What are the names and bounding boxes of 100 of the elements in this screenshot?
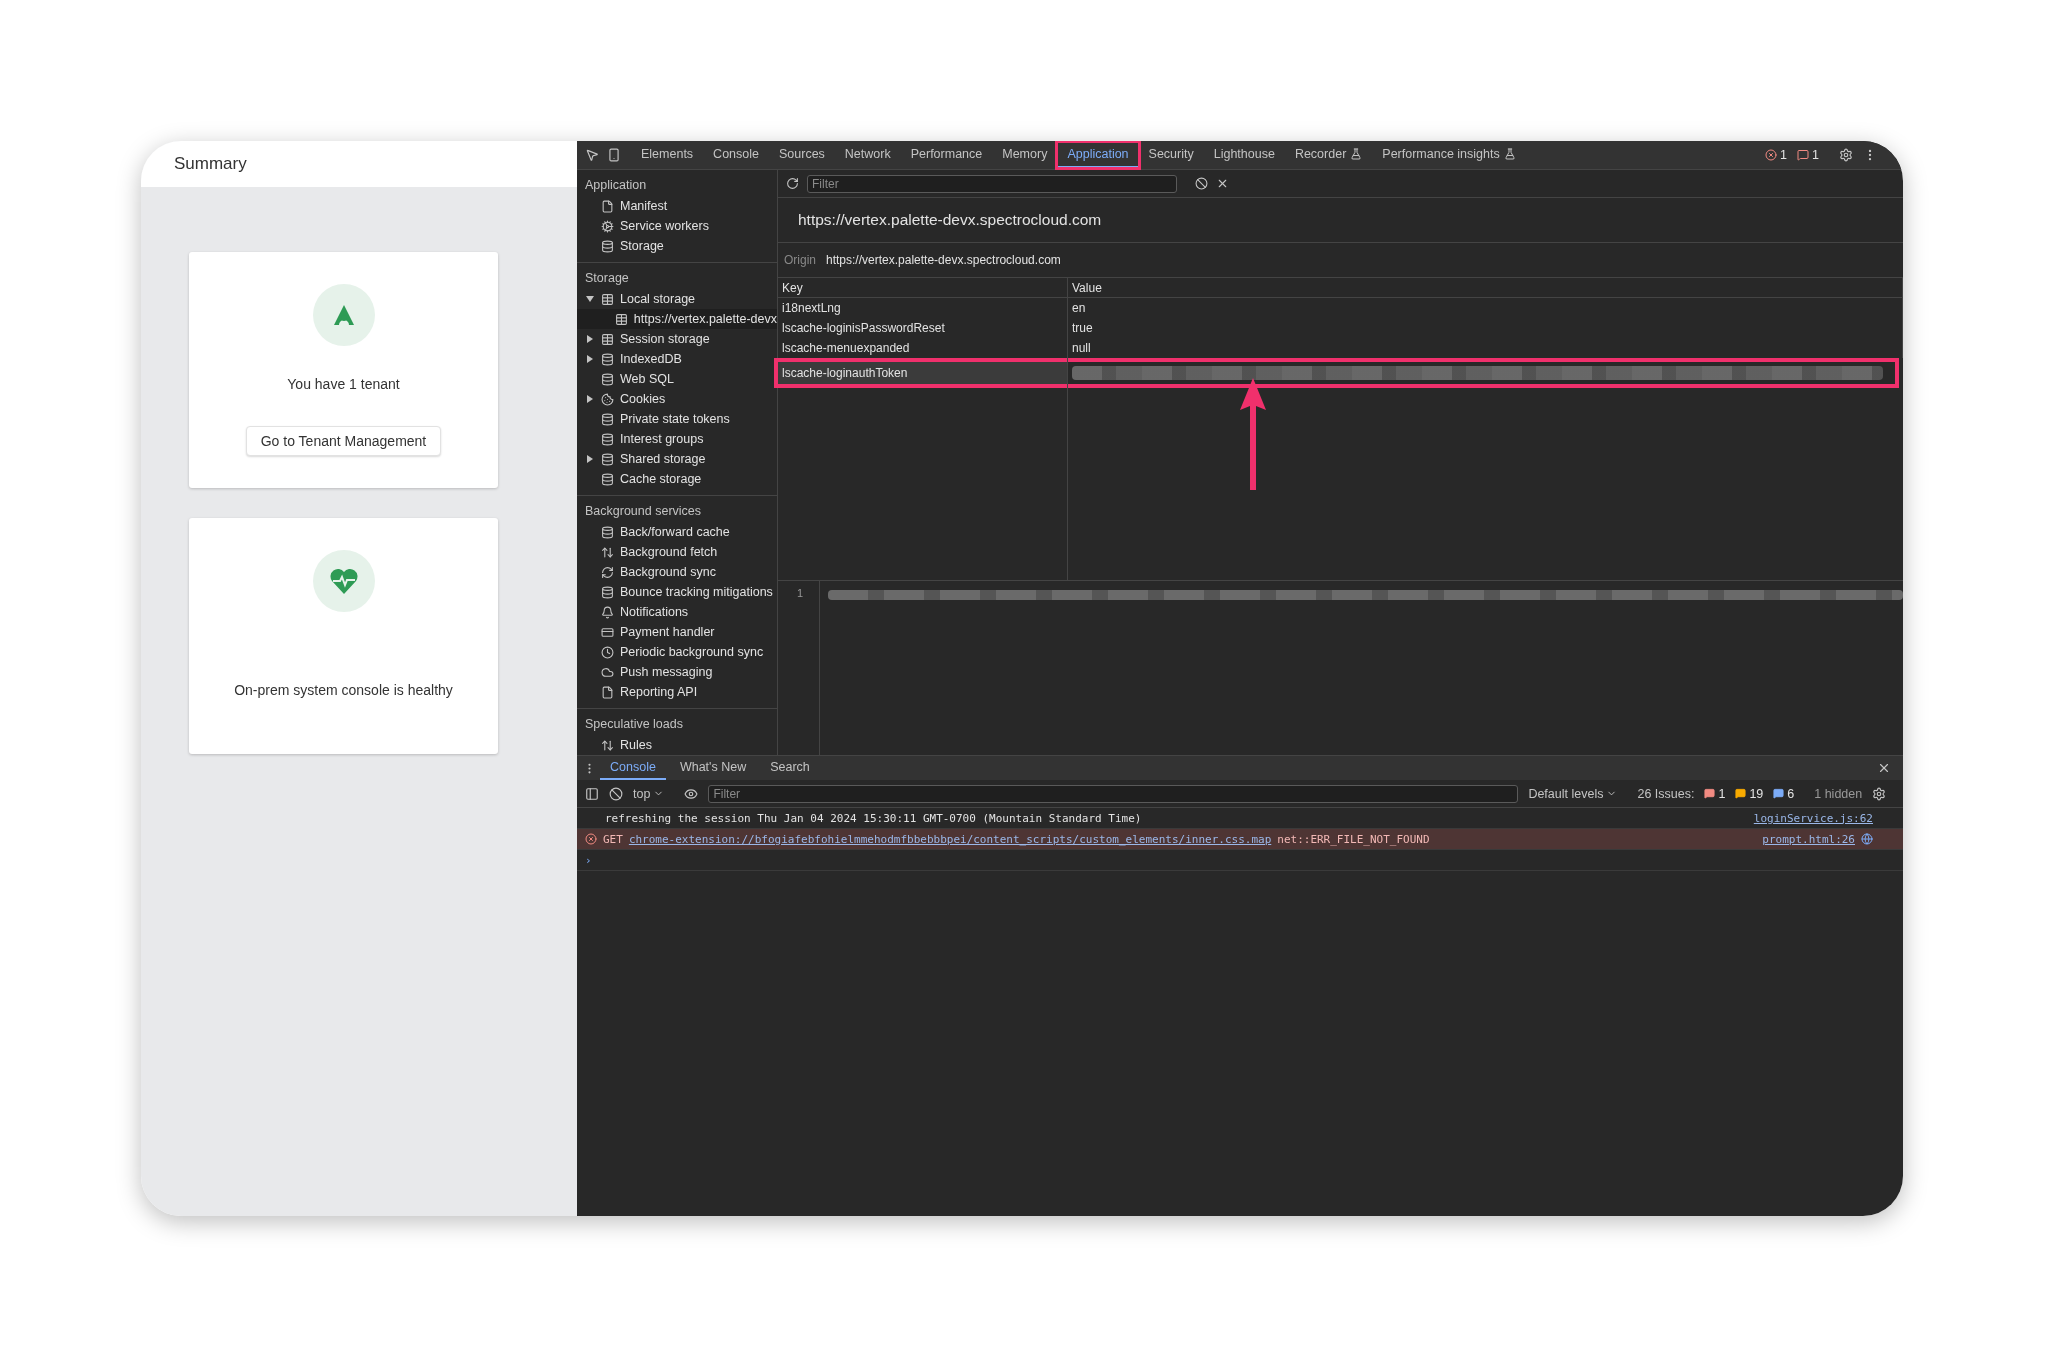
card-text: You have 1 tenant [287,376,400,392]
table-icon [614,312,628,326]
card-text: On-prem system console is healthy [234,682,453,698]
console-filter-field[interactable]: Filter [708,784,1519,803]
cloud-icon [601,665,614,679]
close-icon[interactable] [1216,177,1229,190]
issue-counter[interactable]: 1 [1797,148,1819,162]
table-row[interactable]: lscache-loginauthToken [778,362,1895,384]
page-title: Summary [141,141,577,187]
flask-icon [1350,148,1363,160]
refresh-icon[interactable] [786,177,799,190]
origin-value: https://vertex.palette-devx.spectrocloud.com [826,253,1061,267]
key-cell: lscache-menuexpanded [778,338,1068,358]
database-icon [601,352,614,366]
database-icon [601,372,614,386]
issue-count[interactable]: 1 [1718,786,1726,801]
clear-icon[interactable] [1195,177,1208,190]
sidebar-item[interactable]: https://vertex.palette-devx [577,309,777,329]
inspect-icon[interactable] [585,148,599,162]
sidebar-toggle-icon[interactable] [585,786,599,801]
sidebar-item[interactable]: Service workers [577,216,777,236]
value-cell: true [1068,318,1903,338]
origin-label: Origin [784,253,816,267]
drawer-tab[interactable]: Console [600,756,666,780]
sidebar-heading: Speculative loads [584,716,684,733]
error-text: net::ERR_FILE_NOT_FOUND [1277,832,1430,846]
tenant-management-button[interactable]: Go to Tenant Management [245,426,442,456]
value-cell: en [1068,298,1903,318]
table-icon [601,332,614,346]
context-dropdown[interactable]: top [633,786,665,801]
error-flag-icon [1704,788,1716,799]
panel-tab[interactable]: Memory [992,142,1058,168]
sidebar-item[interactable]: Session storage [577,329,777,349]
drawer-tab[interactable]: Search [760,756,820,780]
sidebar-item[interactable]: IndexedDB [577,349,777,369]
settings-icon[interactable] [1839,148,1853,162]
sidebar-item[interactable]: Back/forward cache [577,522,777,542]
table-row[interactable]: lscache-loginisPasswordReset true [778,318,1903,338]
key-cell: lscache-loginisPasswordReset [778,318,1068,338]
sidebar-item[interactable]: Private state tokens [577,409,777,429]
panel-tab[interactable]: Performance insights [1372,142,1526,168]
issue-count[interactable]: 6 [1787,786,1795,801]
database-icon [601,472,614,486]
panel-tab[interactable]: Console [703,142,769,168]
collapsed-triangle-icon[interactable] [585,335,595,343]
sidebar-item[interactable]: Notifications [577,602,777,622]
collapsed-triangle-icon[interactable] [585,355,595,363]
panel-tab[interactable]: Elements [631,142,704,168]
filter-field[interactable]: Filter [807,174,1177,193]
table-row[interactable]: lscache-menuexpanded null [778,338,1903,358]
sidebar-item[interactable]: Web SQL [577,369,777,389]
sidebar-item[interactable]: Rules [577,735,777,755]
hidden-count: 1 hidden [1814,786,1863,801]
table-row[interactable]: i18nextLng en [778,298,1903,318]
sidebar-item[interactable]: Cookies [577,389,777,409]
sidebar-item[interactable]: Manifest [577,196,777,216]
panel-tab[interactable]: Recorder [1284,142,1373,168]
message-text: refreshing the session Thu Jan 04 2024 15:30:11 GMT-0700 (Mountain Standard Time) [604,811,1142,825]
sidebar-heading: Application [584,177,648,194]
sidebar-item[interactable]: Periodic background sync [577,642,777,662]
key-cell: lscache-loginauthToken [778,362,1068,384]
prompt-caret: › [585,853,592,867]
sidebar-item[interactable]: Bounce tracking mitigations [577,582,777,602]
sidebar-item[interactable]: Payment handler [577,622,777,642]
eye-icon[interactable] [684,786,699,801]
source-link[interactable]: loginService.js:62 [1753,811,1873,825]
panel-tab[interactable]: Network [834,142,901,168]
clear-icon[interactable] [609,786,623,801]
line-number: 1 [796,587,803,601]
sidebar-item[interactable]: Local storage [577,289,777,309]
panel-tab[interactable]: Performance [900,142,993,168]
sidebar-item[interactable]: Cache storage [577,469,777,489]
source-link[interactable]: prompt.html:26 [1762,832,1855,846]
issue-count[interactable]: 19 [1749,786,1764,801]
panel-tab[interactable]: Sources [769,142,835,168]
sidebar-item[interactable]: Storage [577,236,777,256]
column-header[interactable]: Key [778,278,1068,298]
globe-icon [1861,833,1873,845]
close-icon[interactable] [1877,761,1891,775]
expanded-triangle-icon[interactable] [585,295,595,303]
device-icon[interactable] [607,148,621,162]
settings-icon[interactable] [1872,786,1887,801]
sidebar-item[interactable]: Background fetch [577,542,777,562]
collapsed-triangle-icon[interactable] [585,395,595,403]
drawer-tab[interactable]: What's New [669,756,757,780]
database-icon [601,585,614,599]
sidebar-heading: Storage [584,270,630,287]
error-counter[interactable]: 1 [1765,148,1788,162]
sidebar-item[interactable]: Reporting API [577,682,777,702]
column-header[interactable]: Value [1068,278,1903,298]
panel-tab[interactable]: Application [1057,142,1139,168]
collapsed-triangle-icon[interactable] [585,455,595,463]
sidebar-item[interactable]: Push messaging [577,662,777,682]
sidebar-item[interactable]: Background sync [577,562,777,582]
panel-tab[interactable]: Lighthouse [1203,142,1285,168]
url-link[interactable]: chrome-extension://bfogiafebfohielmmehodmfbbebbbpei/content_scripts/custom_elements/inner.css.map [628,832,1272,846]
panel-tab[interactable]: Security [1138,142,1204,168]
levels-dropdown[interactable]: Default levels [1528,786,1618,801]
sidebar-item[interactable]: Interest groups [577,429,777,449]
sidebar-item[interactable]: Shared storage [577,449,777,469]
